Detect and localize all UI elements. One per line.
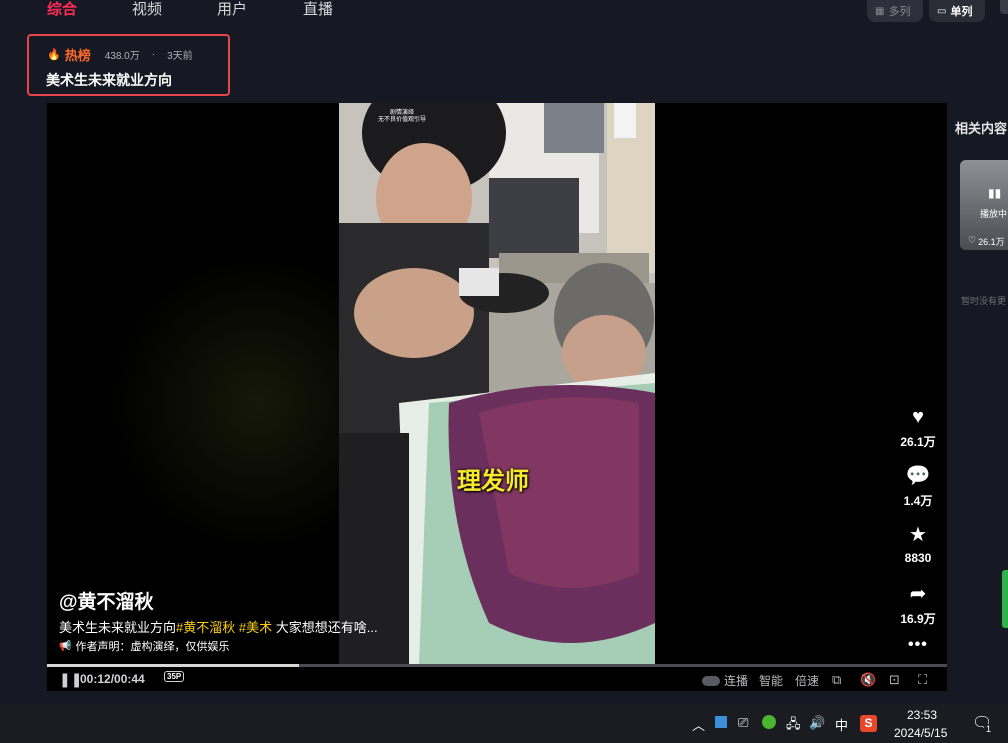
tab-users[interactable]: 用户 [217, 0, 247, 20]
ime-indicator[interactable]: 中 [835, 715, 848, 734]
hashtag-link[interactable]: #黄不溜秋 [176, 620, 235, 635]
hot-row: 🔥 热榜 438.0万 · 3天前 [47, 45, 193, 64]
overflow-button[interactable] [1000, 0, 1008, 14]
comment-count: 1.4万 [903, 494, 933, 508]
related-title: 相关内容 [955, 121, 1008, 136]
star-icon: ★ [909, 524, 927, 546]
danmaku-badge[interactable]: 35P [164, 671, 185, 682]
author-name[interactable]: @黄不溜秋 [59, 587, 154, 614]
network-icon[interactable]: 🖧 [786, 715, 801, 737]
chevron-up-icon[interactable]: ︿ [692, 715, 705, 734]
multi-column-label: 多列 [888, 6, 911, 18]
related-likes-count: 26.1万 [978, 237, 1005, 247]
security-tray-icon[interactable] [762, 715, 776, 729]
clock-time[interactable]: 23:53 [907, 708, 937, 722]
playing-icon: ▮▮ [988, 186, 1002, 200]
related-card[interactable]: ▮▮ 播放中 ♡ 26.1万 [960, 160, 1008, 250]
related-status: 播放中 [980, 209, 1008, 219]
megaphone-icon: 📢 [59, 640, 72, 652]
related-empty-text: 暂时没有更 [961, 296, 1007, 306]
tab-video[interactable]: 视频 [132, 0, 162, 20]
like-button[interactable]: ♥ 26.1万 [888, 405, 947, 450]
clock-date[interactable]: 2024/5/15 [894, 726, 947, 740]
multi-column-button[interactable]: ▦ 多列 [867, 0, 923, 22]
description-text: 美术生未来就业方向 [59, 620, 177, 635]
grid-icon: ▦ [875, 5, 885, 17]
comment-icon: 💬 [905, 465, 931, 487]
taskbar: ︿ ⎚ 🖧 🔊 中 S 23:53 2024/5/15 🗨 1 [0, 704, 1008, 743]
progress-track[interactable] [47, 664, 947, 667]
side-widget[interactable] [1002, 570, 1008, 628]
display-tray-icon[interactable]: ⎚ [738, 715, 748, 731]
watermark-line1: 剧情演绎 [389, 110, 414, 116]
sogou-ime-icon[interactable]: S [860, 715, 877, 732]
single-column-icon: ▭ [937, 5, 947, 17]
hot-count: 438.0万 [104, 51, 140, 62]
video-description: 美术生未来就业方向#黄不溜秋 #美术 大家想想还有啥... [59, 617, 378, 636]
video-frame[interactable]: 剧情演绎 无不良价值观引导 理发师 [339, 103, 655, 665]
single-column-button[interactable]: ▭ 单列 [929, 0, 985, 22]
video-player[interactable]: 剧情演绎 无不良价值观引导 理发师 ♥ 26.1万 💬 1.4万 ★ 8830 … [47, 103, 947, 691]
volume-icon[interactable]: 🔊 [809, 715, 825, 731]
notification-count: 1 [984, 724, 994, 734]
hashtag-link[interactable]: #美术 [239, 620, 272, 635]
favorite-count: 8830 [904, 551, 932, 565]
heart-icon: ♥ [912, 406, 924, 428]
content-watermark: 剧情演绎 无不良价值观引导 [339, 110, 465, 124]
related-likes: ♡ 26.1万 [968, 235, 1005, 248]
disclaimer-text: 作者声明：虚构演绎，仅供娱乐 [75, 641, 230, 653]
author-disclaimer: 📢 作者声明：虚构演绎，仅供娱乐 [59, 638, 229, 654]
heart-outline-icon: ♡ [968, 235, 977, 245]
time-display: 00:12/00:44 [80, 672, 145, 686]
smart-quality-button[interactable]: 智能 [759, 672, 783, 689]
hot-badge[interactable]: 热榜 [65, 45, 91, 64]
mute-icon[interactable]: 🔇 [860, 672, 876, 688]
pause-icon[interactable]: ❚❚ [59, 671, 82, 688]
share-count: 16.9万 [900, 612, 936, 626]
web-fullscreen-icon[interactable]: ⊡ [889, 672, 900, 688]
comment-button[interactable]: 💬 1.4万 [888, 464, 947, 509]
autoplay-label: 连播 [724, 674, 749, 688]
watermark-line2: 无不良价值观引导 [377, 117, 426, 123]
tab-comprehensive[interactable]: 综合 [47, 0, 77, 20]
share-button[interactable]: ➦ 16.9万 [888, 582, 947, 627]
fullscreen-icon[interactable]: ⛶ [918, 672, 927, 688]
share-icon: ➦ [909, 583, 927, 605]
video-caption: 理发师 [457, 468, 529, 495]
single-column-label: 单列 [950, 6, 973, 18]
progress-fill [47, 664, 299, 667]
playback-rate-button[interactable]: 倍速 [795, 672, 819, 689]
autoplay-toggle[interactable]: 连播 [702, 672, 748, 689]
hot-title[interactable]: 美术生未来就业方向 [46, 70, 172, 90]
hot-time: 3天前 [167, 51, 193, 62]
more-icon[interactable]: ••• [908, 636, 928, 654]
fire-icon: 🔥 [47, 49, 61, 61]
like-count: 26.1万 [900, 435, 936, 449]
app-tray-icon[interactable] [715, 716, 727, 728]
favorite-button[interactable]: ★ 8830 [888, 523, 947, 565]
tab-live[interactable]: 直播 [303, 0, 333, 20]
toggle-switch-icon [702, 675, 720, 686]
hot-separator: · [151, 49, 156, 60]
video-scene-illustration [339, 103, 655, 665]
description-more[interactable]: 大家想想还有啥... [276, 620, 378, 635]
mini-player-icon[interactable]: ⧉ [832, 672, 841, 688]
